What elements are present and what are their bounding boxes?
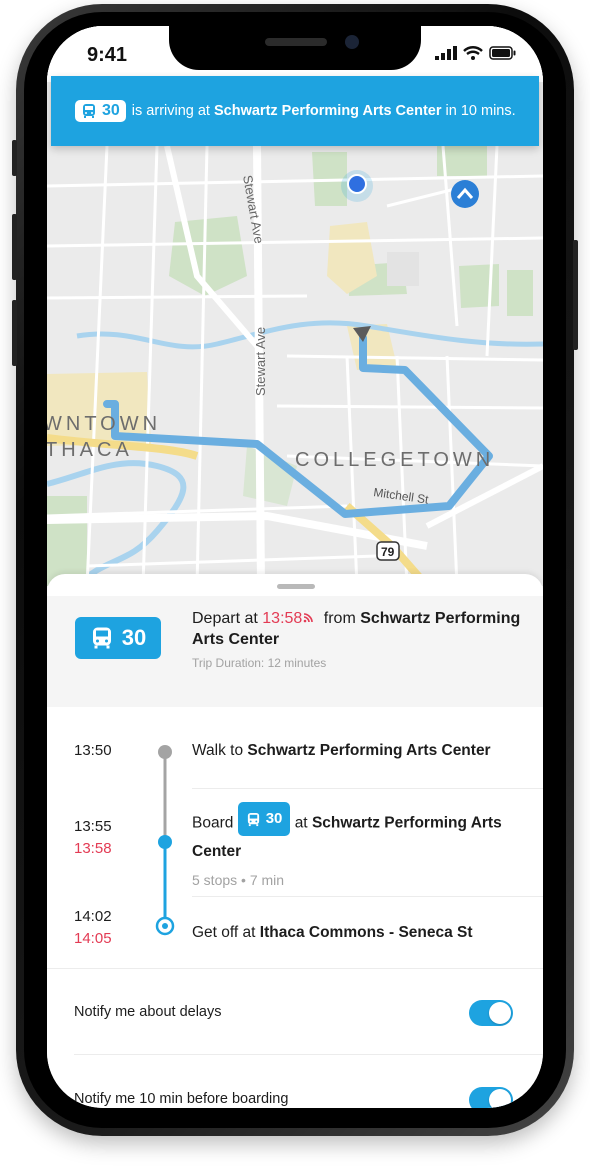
depart-time: 13:58 [262,610,303,627]
step-1-label: Walk to Schwartz Performing Arts Center [192,742,491,760]
realtime-icon [304,613,314,623]
from-label: from [323,610,356,627]
step-2-realtime: 13:58 [74,840,112,857]
step-2-route-number: 30 [265,810,283,827]
step-2-time: 13:55 [74,818,112,835]
volume-down-button [12,300,17,366]
banner-prefix: is arriving at [131,103,210,119]
map-label-route-79: 79 [381,545,395,559]
banner-route-number: 30 [102,102,120,119]
divider [47,968,543,969]
battery-icon [489,46,516,60]
bus-icon [247,812,259,826]
mute-switch [12,140,17,176]
phone-screen: Stewart Ave Stewart Ave WNTOWN THACA COL… [47,26,543,1108]
wifi-icon [463,46,483,60]
map-label-collegetown: COLLEGETOWN [295,449,494,471]
depart-text: Depart at 13:58 from Schwartz Performing… [192,608,532,650]
trip-sheet[interactable]: 30 Depart at 13:58 from Schwartz Perform… [47,574,543,1108]
step-2-label: Board 30 at Schwartz Performing Arts Cen… [192,802,512,890]
step-3-prefix: Get off at [192,924,256,941]
status-time: 9:41 [87,44,128,66]
step-1-stop: Schwartz Performing Arts Center [247,742,491,759]
banner-text: is arriving at Schwartz Performing Arts … [132,103,516,119]
step-1-time: 13:50 [74,742,112,759]
step-2-detail: 5 stops • 7 min [192,871,285,888]
notify-delays-label: Notify me about delays [74,1004,222,1020]
destination-dot [155,916,175,936]
step-2-prefix: Board [192,814,234,832]
banner-suffix: in 10 mins. [445,103,516,119]
volume-up-button [12,214,17,280]
trip-route-number: 30 [121,625,147,650]
step-3-realtime: 14:05 [74,930,112,947]
front-camera [345,35,359,49]
notch [169,26,421,70]
bus-icon [92,627,111,649]
divider [192,788,543,789]
step-3-label: Get off at Ithaca Commons - Seneca St [192,924,473,942]
toggle-knob [489,1089,511,1108]
arrival-banner[interactable]: 30 is arriving at Schwartz Performing Ar… [51,76,539,146]
step-3-time: 14:02 [74,908,112,925]
trip-route-chip: 30 [75,617,161,659]
signal-icon [435,46,457,60]
step-2-mid: at [294,814,308,832]
toggle-knob [489,1002,511,1024]
map-label-stewart-ave-2: Stewart Ave [253,327,268,396]
notify-boarding-toggle[interactable] [469,1087,513,1108]
banner-route-chip: 30 [75,100,126,122]
drag-handle[interactable] [277,584,315,589]
notify-delays-toggle[interactable] [469,1000,513,1026]
divider [74,1054,543,1055]
trip-duration: Trip Duration: 12 minutes [192,656,327,670]
power-button [573,240,578,350]
map-label-downtown-1: WNTOWN [47,413,161,435]
speaker [265,38,327,46]
step-1-prefix: Walk to [192,742,244,759]
bus-icon [83,104,95,118]
board-dot [158,835,172,849]
trip-summary: 30 Depart at 13:58 from Schwartz Perform… [47,596,543,707]
walk-start-dot [158,745,172,759]
step-2-route-chip: 30 [237,802,291,836]
step-3-stop: Ithaca Commons - Seneca St [259,924,473,941]
notify-boarding-label: Notify me 10 min before boarding [74,1091,289,1107]
map-label-downtown-2: THACA [47,439,133,461]
status-icons [435,46,517,60]
depart-prefix: Depart at [192,610,258,627]
divider [192,896,543,897]
banner-stop: Schwartz Performing Arts Center [214,103,442,119]
